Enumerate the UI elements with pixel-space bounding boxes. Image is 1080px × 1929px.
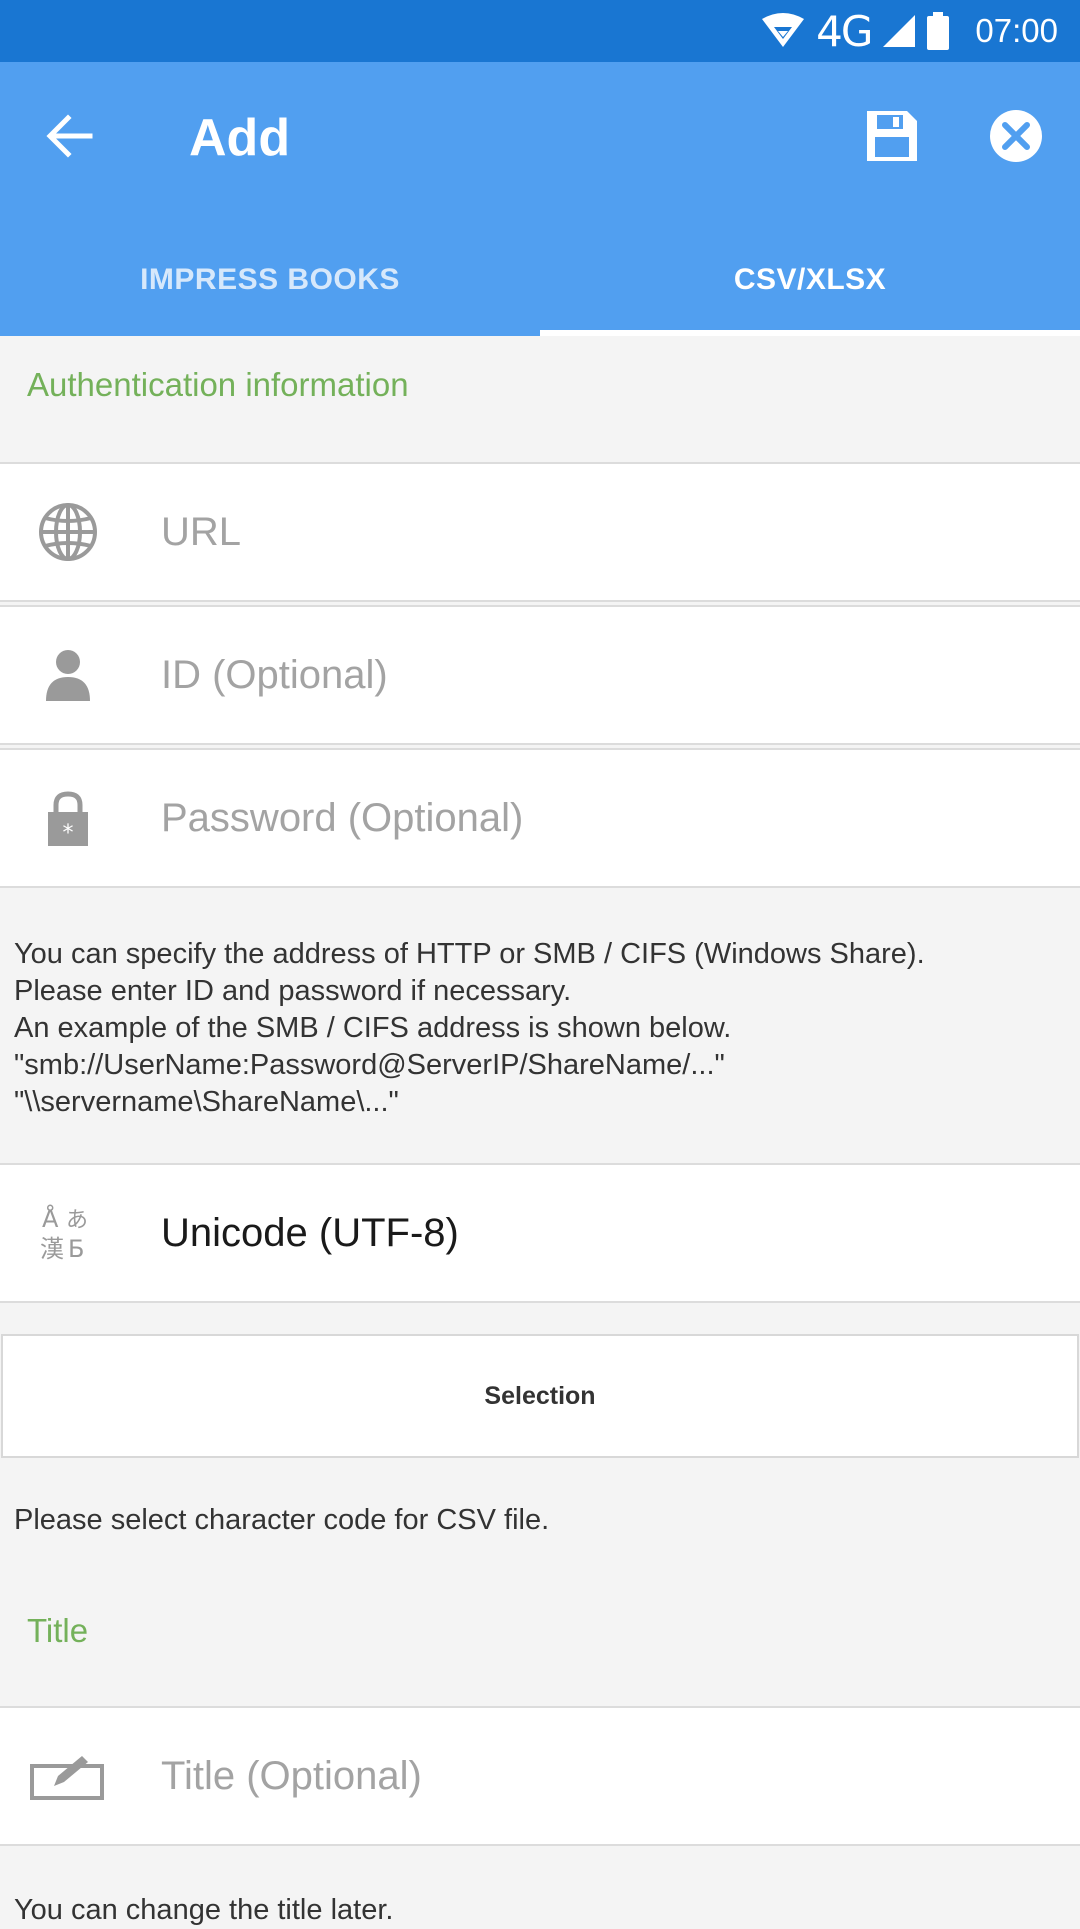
wifi-icon <box>760 13 806 49</box>
auth-help-line: An example of the SMB / CIFS address is … <box>14 1012 732 1044</box>
network-type: 4G <box>816 6 873 56</box>
selection-button[interactable]: Selection <box>1 1334 1079 1458</box>
battery-icon <box>927 12 950 50</box>
clock: 07:00 <box>975 12 1058 49</box>
svg-text:Б: Б <box>68 1235 84 1263</box>
app-bar: Add IMPRESS BOOKS CSV/XLSX <box>0 62 1080 336</box>
encoding-help-text: Please select character code for CSV fil… <box>14 1504 550 1536</box>
svg-text:漢: 漢 <box>40 1235 64 1263</box>
auth-help-line: Please enter ID and password if necessar… <box>14 975 572 1007</box>
close-circle-icon <box>989 109 1043 168</box>
svg-text:あ: あ <box>66 1208 88 1233</box>
title-row <box>0 1706 1080 1846</box>
title-input[interactable] <box>161 1708 1041 1844</box>
save-icon <box>865 109 919 168</box>
encoding-row[interactable]: Åあ漢Б Unicode (UTF-8) <box>0 1163 1080 1303</box>
close-button[interactable] <box>980 102 1052 174</box>
svg-text:*: * <box>63 821 74 846</box>
title-help-text: You can change the title later. <box>14 1894 394 1926</box>
back-button[interactable] <box>34 102 106 174</box>
language-icon: Åあ漢Б <box>36 1197 100 1269</box>
globe-icon <box>36 496 100 568</box>
url-input[interactable] <box>161 464 1041 600</box>
auth-section-label: Authentication information <box>27 366 409 403</box>
password-row: * <box>0 748 1080 888</box>
auth-help-line: "smb://UserName:Password@ServerIP/ShareN… <box>14 1049 725 1081</box>
page-title: Add <box>189 109 291 167</box>
auth-help-line: You can specify the address of HTTP or S… <box>14 938 925 970</box>
status-bar: 4G 07:00 <box>0 0 1080 62</box>
id-row <box>0 605 1080 745</box>
tab-impress-books[interactable]: IMPRESS BOOKS <box>0 224 540 336</box>
encoding-value: Unicode (UTF-8) <box>161 1211 459 1255</box>
svg-text:Å: Å <box>42 1204 59 1233</box>
signal-icon <box>881 13 917 49</box>
id-input[interactable] <box>161 607 1041 743</box>
auth-help-text: You can specify the address of HTTP or S… <box>14 936 1064 1121</box>
save-button[interactable] <box>856 102 928 174</box>
lock-icon: * <box>36 782 100 854</box>
title-section-label: Title <box>27 1612 89 1649</box>
url-row <box>0 462 1080 602</box>
auth-help-line: "\\servername\ShareName\..." <box>14 1086 399 1118</box>
status-icons: 4G 07:00 <box>760 0 1058 62</box>
tab-bar: IMPRESS BOOKS CSV/XLSX <box>0 224 1080 336</box>
password-input[interactable] <box>161 750 1041 886</box>
tab-csv-xlsx[interactable]: CSV/XLSX <box>540 224 1080 336</box>
arrow-back-icon <box>46 113 94 163</box>
person-icon <box>36 639 100 711</box>
edit-icon <box>30 1740 106 1812</box>
